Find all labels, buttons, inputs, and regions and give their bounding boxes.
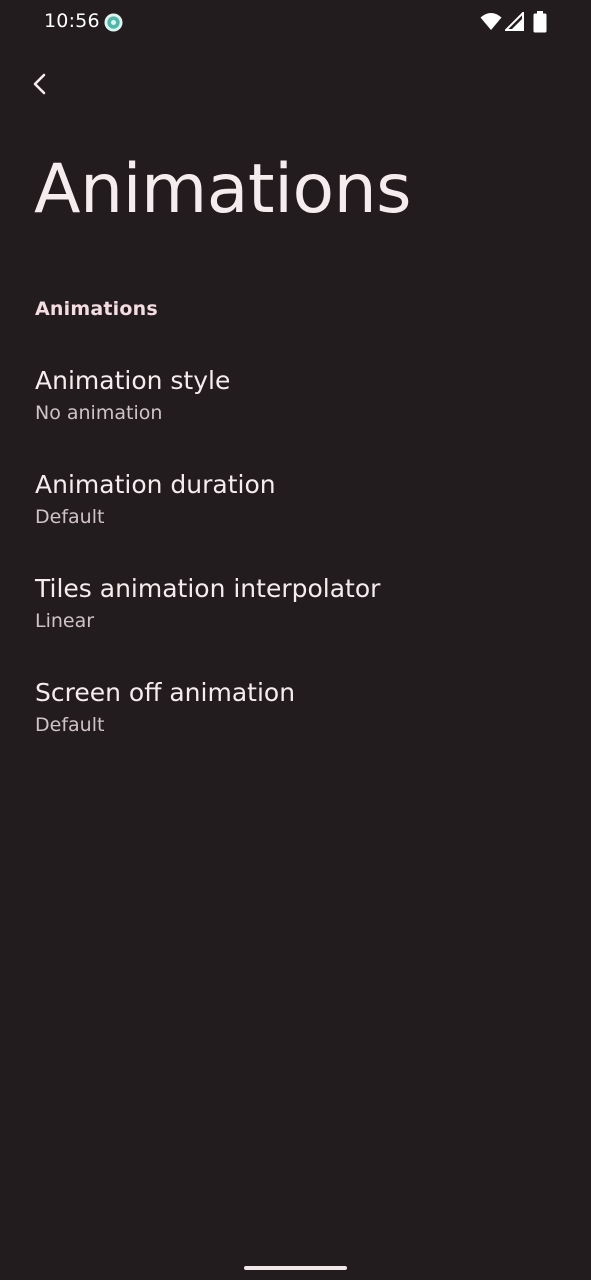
preference-list: Animation style No animation Animation d… [0,350,591,766]
pref-title: Tiles animation interpolator [35,574,381,603]
cell-signal-icon [505,12,524,31]
pref-screen-off-animation[interactable]: Screen off animation Default [0,662,591,766]
back-button[interactable] [20,62,60,106]
pref-title: Animation duration [35,470,276,499]
settings-screen: 10:56 Animations Animations Animation st… [0,0,591,1280]
section-header: Animations [35,298,158,320]
battery-icon [533,11,547,33]
pref-summary: Default [35,714,105,736]
pref-summary: Default [35,506,105,528]
wifi-icon [480,13,502,30]
status-bar: 10:56 [0,0,591,44]
app-notification-icon [104,13,123,32]
pref-summary: No animation [35,402,163,424]
pref-title: Animation style [35,366,231,395]
pref-animation-style[interactable]: Animation style No animation [0,350,591,454]
pref-summary: Linear [35,610,95,632]
pref-tiles-animation-interpolator[interactable]: Tiles animation interpolator Linear [0,558,591,662]
pref-animation-duration[interactable]: Animation duration Default [0,454,591,558]
arrow-back-icon [33,73,46,95]
pref-title: Screen off animation [35,678,296,707]
gesture-nav-handle[interactable] [244,1266,347,1270]
status-time: 10:56 [44,10,100,32]
page-title: Animations [34,150,412,229]
